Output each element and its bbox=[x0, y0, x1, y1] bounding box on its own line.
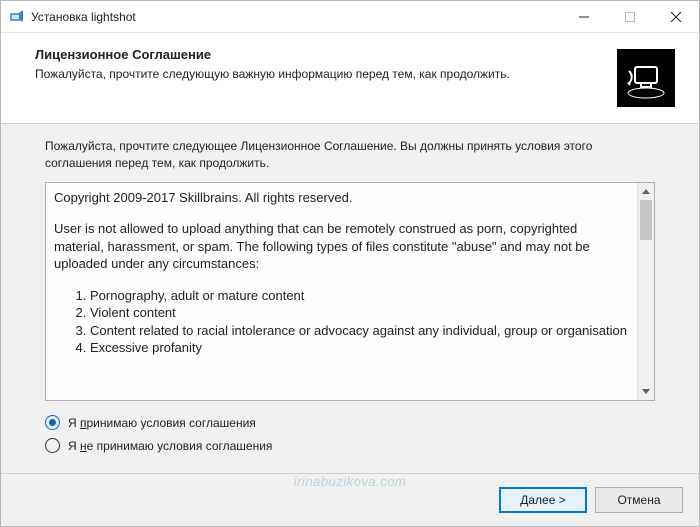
license-text[interactable]: Copyright 2009-2017 Skillbrains. All rig… bbox=[46, 183, 637, 400]
app-icon bbox=[9, 9, 25, 25]
titlebar: Установка lightshot bbox=[1, 1, 699, 33]
next-button[interactable]: Далее > bbox=[499, 487, 587, 513]
page-subtitle: Пожалуйста, прочтите следующую важную ин… bbox=[35, 66, 605, 83]
content-area: Пожалуйста, прочтите следующее Лицензион… bbox=[1, 124, 699, 474]
license-item: Content related to racial intolerance or… bbox=[90, 322, 629, 340]
instruction-text: Пожалуйста, прочтите следующее Лицензион… bbox=[45, 138, 655, 172]
footer: Далее > Отмена bbox=[1, 474, 699, 526]
license-intro: User is not allowed to upload anything t… bbox=[54, 220, 629, 273]
installer-icon bbox=[617, 49, 675, 107]
page-title: Лицензионное Соглашение bbox=[35, 47, 605, 62]
accept-label: Я принимаю условия соглашения bbox=[68, 416, 256, 430]
window-controls bbox=[561, 1, 699, 32]
license-item: Pornography, adult or mature content bbox=[90, 287, 629, 305]
license-copyright: Copyright 2009-2017 Skillbrains. All rig… bbox=[54, 189, 629, 207]
scroll-down-button[interactable] bbox=[638, 383, 654, 400]
scroll-up-button[interactable] bbox=[638, 183, 654, 200]
installer-window: Установка lightshot Лицензионное Соглаше… bbox=[0, 0, 700, 527]
window-title: Установка lightshot bbox=[31, 10, 561, 24]
radio-group: Я принимаю условия соглашения Я не прини… bbox=[45, 415, 655, 461]
license-list: Pornography, adult or mature content Vio… bbox=[54, 287, 629, 357]
license-item: Violent content bbox=[90, 304, 629, 322]
header: Лицензионное Соглашение Пожалуйста, проч… bbox=[1, 33, 699, 124]
scrollbar[interactable] bbox=[637, 183, 654, 400]
cancel-button[interactable]: Отмена bbox=[595, 487, 683, 513]
accept-radio[interactable] bbox=[45, 415, 60, 430]
minimize-button[interactable] bbox=[561, 1, 607, 32]
decline-label: Я не принимаю условия соглашения bbox=[68, 439, 272, 453]
scroll-track[interactable] bbox=[638, 200, 654, 383]
license-container: Copyright 2009-2017 Skillbrains. All rig… bbox=[45, 182, 655, 401]
maximize-button[interactable] bbox=[607, 1, 653, 32]
scroll-thumb[interactable] bbox=[640, 200, 652, 240]
license-item: Excessive profanity bbox=[90, 339, 629, 357]
close-button[interactable] bbox=[653, 1, 699, 32]
decline-radio-row[interactable]: Я не принимаю условия соглашения bbox=[45, 438, 655, 453]
accept-radio-row[interactable]: Я принимаю условия соглашения bbox=[45, 415, 655, 430]
decline-radio[interactable] bbox=[45, 438, 60, 453]
